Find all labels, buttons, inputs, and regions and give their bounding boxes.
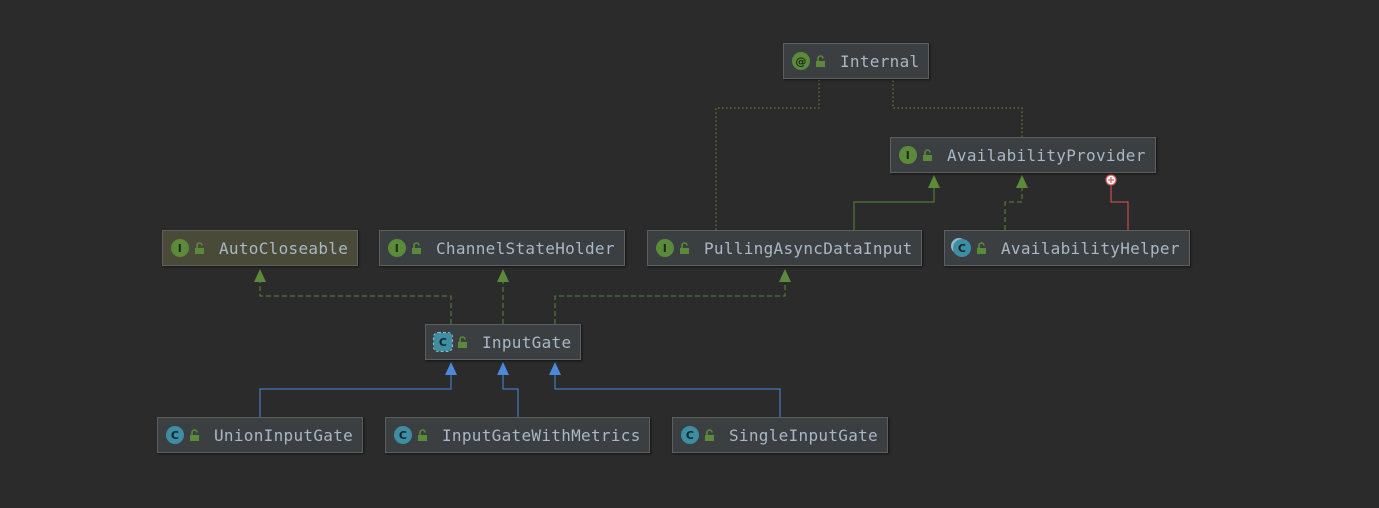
node-auto-closeable[interactable]: I AutoCloseable: [162, 230, 358, 266]
class-icon: C: [166, 426, 184, 444]
edge-pulling-to-internal: [715, 80, 820, 230]
edge-inputgate-implements-pulling: [554, 280, 786, 324]
node-label: Internal: [840, 51, 920, 71]
node-label: AvailabilityProvider: [947, 145, 1146, 165]
unlock-icon: [195, 242, 204, 254]
arrowhead-autocloseable: [254, 269, 266, 282]
arrowhead-inputgate-from-single: [549, 362, 561, 375]
inner-class-marker: [1105, 174, 1117, 186]
arrowhead-inputgate-from-metrics: [497, 362, 509, 375]
edge-inputgate-implements-autocloseable: [259, 280, 452, 324]
interface-icon: I: [656, 239, 674, 257]
unlock-icon: [418, 429, 427, 441]
unlock-icon: [923, 149, 932, 161]
interface-icon: I: [171, 239, 189, 257]
node-availability-provider[interactable]: I AvailabilityProvider: [890, 137, 1156, 173]
edge-helper-implements-provider: [1004, 186, 1023, 230]
node-input-gate-with-metrics[interactable]: C InputGateWithMetrics: [385, 417, 650, 453]
abstract-class-icon: C: [433, 332, 453, 352]
node-label: PullingAsyncDataInput: [704, 238, 913, 258]
uml-diagram-canvas: @ Internal I AvailabilityProvider I Auto…: [0, 0, 1379, 508]
unlock-icon: [977, 242, 986, 254]
unlock-icon: [412, 242, 421, 254]
unlock-icon: [705, 429, 714, 441]
node-channel-state-holder[interactable]: I ChannelStateHolder: [379, 230, 625, 266]
arrowhead-provider-from-helper: [1016, 175, 1028, 188]
interface-icon: I: [388, 239, 406, 257]
edge-provider-to-internal: [892, 80, 1023, 137]
static-class-icon: C: [953, 239, 971, 257]
class-icon: C: [394, 426, 412, 444]
arrowhead-channelstateholder: [497, 269, 509, 282]
edge-single-extends-inputgate: [554, 374, 781, 417]
edge-union-extends-inputgate: [259, 374, 452, 417]
node-label: InputGateWithMetrics: [442, 425, 641, 445]
node-internal[interactable]: @ Internal: [783, 43, 929, 79]
node-input-gate[interactable]: C InputGate: [425, 324, 581, 360]
node-single-input-gate[interactable]: C SingleInputGate: [672, 417, 888, 453]
interface-icon: I: [899, 146, 917, 164]
edge-helper-inner-of-provider: [1110, 186, 1129, 230]
arrowhead-provider-from-pulling: [928, 175, 940, 188]
node-label: AvailabilityHelper: [1001, 238, 1180, 258]
class-icon: C: [681, 426, 699, 444]
edge-metrics-extends-inputgate: [502, 374, 519, 417]
arrowhead-pulling: [779, 269, 791, 282]
unlock-icon: [816, 55, 825, 67]
node-label: UnionInputGate: [214, 425, 354, 445]
node-pulling-async-data-input[interactable]: I PullingAsyncDataInput: [647, 230, 922, 266]
arrowhead-inputgate-from-union: [445, 362, 457, 375]
unlock-icon: [190, 429, 199, 441]
unlock-icon: [680, 242, 689, 254]
node-union-input-gate[interactable]: C UnionInputGate: [157, 417, 363, 453]
node-label: ChannelStateHolder: [436, 238, 615, 258]
node-availability-helper[interactable]: C AvailabilityHelper: [944, 230, 1190, 266]
node-label: SingleInputGate: [729, 425, 878, 445]
edge-pulling-extends-provider: [853, 186, 935, 230]
node-label: AutoCloseable: [219, 238, 349, 258]
node-label: InputGate: [482, 332, 572, 352]
unlock-icon: [458, 336, 467, 348]
annotation-icon: @: [792, 52, 810, 70]
